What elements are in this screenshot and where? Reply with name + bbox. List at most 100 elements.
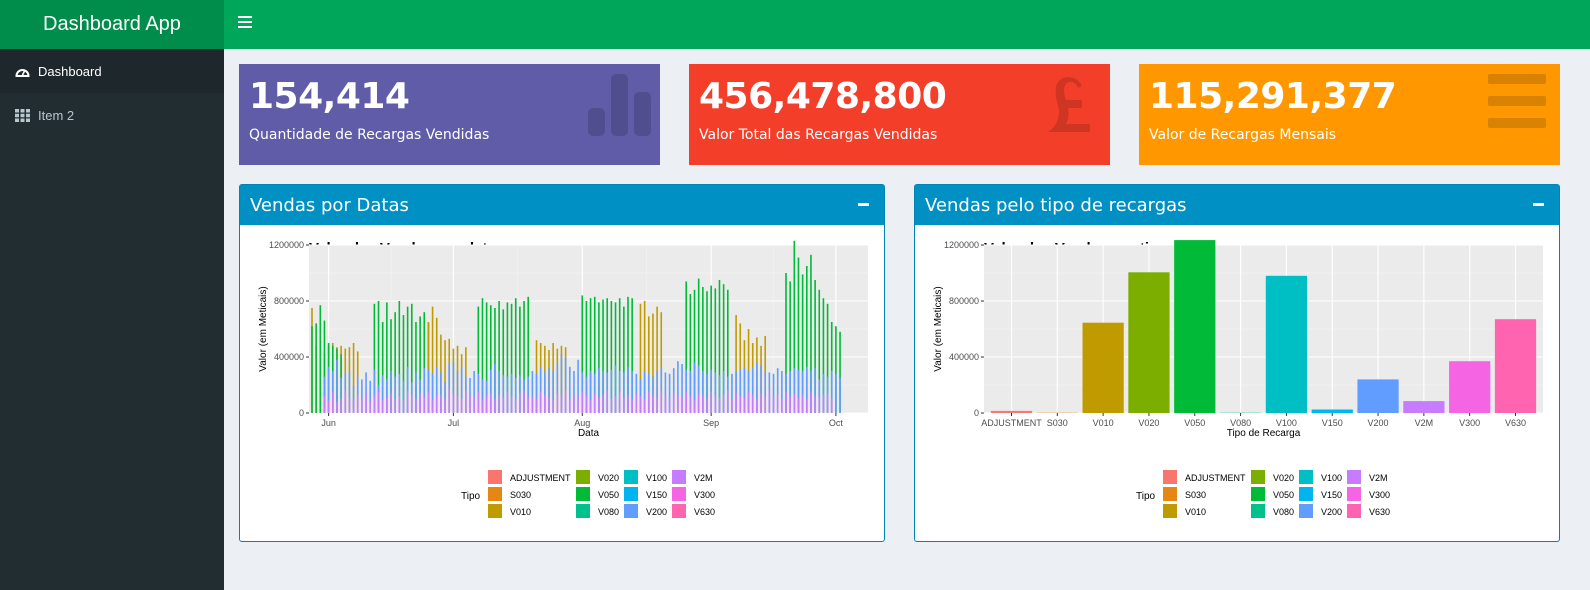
legend-label: ADJUSTMENT bbox=[510, 473, 571, 483]
legend-swatch bbox=[488, 487, 502, 501]
legend-label: V020 bbox=[1273, 473, 1294, 483]
bar bbox=[702, 394, 704, 413]
sidebar: Dashboard Item 2 bbox=[0, 49, 224, 590]
bar bbox=[818, 397, 821, 413]
bar bbox=[361, 399, 363, 413]
legend-swatch bbox=[488, 504, 502, 518]
legend-label: V630 bbox=[694, 507, 715, 517]
bar-v630 bbox=[1494, 319, 1537, 413]
sidebar-toggle-icon[interactable] bbox=[238, 16, 252, 30]
bar bbox=[390, 393, 392, 413]
bar bbox=[614, 396, 617, 413]
bar-v150 bbox=[1311, 409, 1353, 413]
bar bbox=[585, 396, 588, 413]
bar bbox=[564, 390, 567, 413]
sidebar-item-label: Dashboard bbox=[38, 63, 102, 79]
x-tick-label: V080 bbox=[1230, 418, 1251, 428]
bar bbox=[498, 394, 500, 413]
bar bbox=[373, 396, 376, 413]
bar bbox=[527, 397, 530, 413]
legend-swatch bbox=[1347, 470, 1361, 484]
bar bbox=[573, 394, 575, 413]
bar bbox=[514, 400, 517, 413]
x-tick-label: V150 bbox=[1322, 418, 1343, 428]
bar bbox=[544, 394, 546, 413]
bar bbox=[427, 392, 430, 413]
bar-adjustment bbox=[990, 410, 1033, 413]
x-tick-label: V020 bbox=[1138, 418, 1159, 428]
bar bbox=[311, 326, 313, 413]
bar bbox=[336, 401, 338, 413]
bar bbox=[722, 394, 725, 413]
legend-label: V150 bbox=[1321, 490, 1342, 500]
y-tick-label: 0 bbox=[299, 408, 304, 418]
bar bbox=[710, 392, 712, 413]
bar bbox=[502, 397, 505, 413]
legend-swatch bbox=[672, 470, 686, 484]
legend-label: V100 bbox=[646, 473, 667, 483]
y-tick-label: 800000 bbox=[949, 296, 979, 306]
bar bbox=[556, 393, 559, 413]
y-tick-label: 400000 bbox=[274, 352, 304, 362]
x-tick-label: S030 bbox=[1047, 418, 1068, 428]
legend-swatch bbox=[672, 487, 686, 501]
x-tick-label: ADJUSTMENT bbox=[981, 418, 1042, 428]
legend-title: Tipo bbox=[1136, 491, 1156, 502]
panel-header: Vendas pelo tipo de recargas bbox=[915, 185, 1559, 225]
bar bbox=[618, 392, 621, 413]
y-axis-label: Valor (em Meticais) bbox=[258, 286, 269, 371]
app-title: Dashboard App bbox=[0, 0, 224, 49]
x-axis-label: Tipo de Recarga bbox=[1227, 428, 1301, 439]
bar bbox=[830, 399, 833, 413]
legend-swatch bbox=[1163, 470, 1177, 484]
bar bbox=[352, 400, 355, 413]
legend-swatch bbox=[672, 504, 686, 518]
panel-vendas-por-tipo: Vendas pelo tipo de recargas Valor das V… bbox=[914, 184, 1560, 542]
y-axis-label: Valor (em Meticais) bbox=[933, 286, 944, 371]
bar bbox=[731, 399, 733, 413]
legend-label: V300 bbox=[694, 490, 715, 500]
legend-label: V050 bbox=[1273, 490, 1294, 500]
bar bbox=[552, 400, 554, 413]
bar bbox=[793, 393, 796, 413]
bar bbox=[656, 397, 658, 413]
bar bbox=[735, 393, 737, 413]
x-tick-label: V300 bbox=[1459, 418, 1480, 428]
bar bbox=[494, 399, 496, 413]
legend-swatch bbox=[1347, 504, 1361, 518]
bar bbox=[756, 399, 758, 413]
sidebar-item-item-2[interactable]: Item 2 bbox=[0, 93, 224, 137]
bar bbox=[473, 397, 475, 413]
value-box-label: Quantidade de Recargas Vendidas bbox=[249, 127, 490, 143]
collapse-icon[interactable] bbox=[1533, 203, 1544, 206]
bar-v050 bbox=[1174, 240, 1216, 413]
bar bbox=[510, 396, 513, 413]
bar bbox=[577, 397, 579, 413]
panel-title: Vendas por Datas bbox=[250, 194, 409, 216]
legend-swatch bbox=[576, 487, 590, 501]
bar bbox=[469, 394, 471, 413]
dashboard-icon bbox=[15, 68, 30, 77]
legend-label: S030 bbox=[1185, 490, 1206, 500]
bar bbox=[331, 392, 334, 413]
bar bbox=[560, 396, 563, 413]
y-tick-label: 400000 bbox=[949, 352, 979, 362]
bar bbox=[672, 393, 675, 413]
bar bbox=[531, 396, 534, 413]
legend-label: V050 bbox=[598, 490, 619, 500]
bar bbox=[810, 392, 812, 413]
collapse-icon[interactable] bbox=[858, 203, 869, 206]
sidebar-item-dashboard[interactable]: Dashboard bbox=[0, 49, 224, 93]
bar bbox=[535, 399, 538, 413]
chart-vendas-por-data: Valor das Vendas por data040000080000012… bbox=[258, 240, 868, 518]
bar bbox=[776, 394, 779, 413]
bar bbox=[785, 392, 787, 413]
x-tick-label: V200 bbox=[1368, 418, 1389, 428]
y-tick-label: 800000 bbox=[274, 296, 304, 306]
bar bbox=[523, 390, 525, 413]
bar bbox=[805, 399, 808, 413]
x-tick-label: V100 bbox=[1276, 418, 1297, 428]
sidebar-item-label: Item 2 bbox=[38, 107, 75, 123]
legend-label: V2M bbox=[694, 473, 713, 483]
legend-label: V010 bbox=[510, 507, 531, 517]
